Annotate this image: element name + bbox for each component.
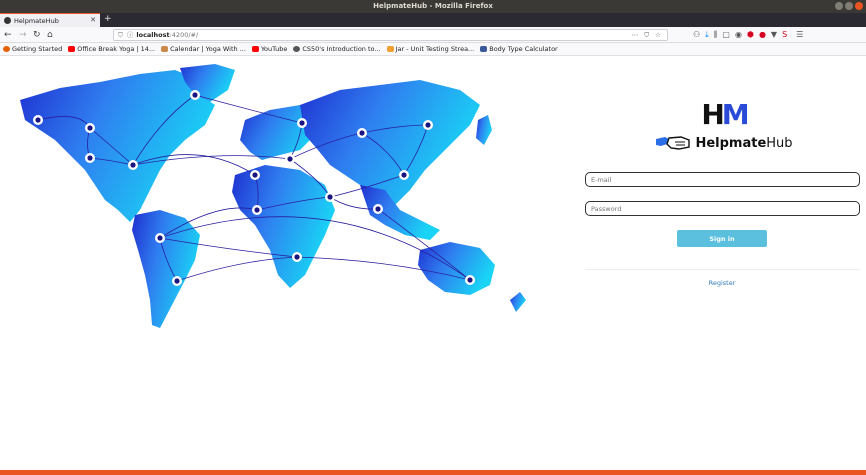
avatar-icon [161, 46, 169, 52]
bookmark-item[interactable]: Office Break Yoga | 14... [68, 45, 155, 53]
globe-icon [293, 46, 301, 52]
new-tab-icon[interactable]: + [104, 14, 112, 24]
ublock-icon[interactable]: ⬢ [747, 29, 754, 41]
location-dot [190, 90, 200, 100]
location-dot [250, 170, 260, 180]
bookmark-item[interactable]: CS50's Introduction to... [293, 45, 381, 53]
bookmark-item[interactable]: Body Type Calculator [480, 45, 558, 53]
location-dot [325, 192, 335, 202]
more-icon[interactable]: ⋯ [632, 31, 641, 39]
location-dot [85, 153, 95, 163]
location-dot [465, 275, 475, 285]
maximize-icon[interactable] [845, 2, 853, 10]
bookmarks-bar: Getting Started Office Break Yoga | 14..… [0, 43, 866, 56]
reload-icon[interactable]: ↻ [33, 29, 41, 41]
angular-favicon-icon [4, 17, 11, 24]
divider [585, 269, 860, 270]
library-icon[interactable]: ⫼ [714, 29, 718, 41]
window-title: HelpmateHub - Mozilla Firefox [373, 2, 493, 10]
bookmark-item[interactable]: Jar - Unit Testing Strea... [386, 45, 474, 53]
brand-logo: HM HelpmateHub [650, 100, 798, 152]
location-dot [373, 204, 383, 214]
download-icon[interactable]: ⤓ [705, 29, 709, 41]
handshake-icon [656, 136, 691, 150]
account-icon[interactable]: ⚇ [693, 29, 700, 41]
bookmark-item[interactable]: YouTube [251, 45, 287, 53]
location-dot [399, 170, 409, 180]
minimize-icon[interactable] [835, 2, 843, 10]
youtube-icon [68, 46, 76, 52]
world-map-illustration [20, 64, 526, 328]
toolbar-icons: ⚇ ⤓ ⫼ ▢ ◉ ⬢ ● ▼ S ☰ [693, 29, 803, 41]
brand-name: HelpmateHub [695, 135, 793, 151]
shield-icon[interactable]: ⛉ [118, 31, 123, 39]
location-dot [357, 128, 367, 138]
tab-helpmatehub[interactable]: HelpmateHub ✕ [0, 13, 100, 27]
star-icon[interactable]: ☆ [655, 31, 663, 39]
password-field[interactable] [585, 201, 860, 216]
location-dot [155, 233, 165, 243]
pocket-icon[interactable]: ⛉ [644, 31, 651, 39]
location-dot [297, 118, 307, 128]
info-icon[interactable]: ⓘ [127, 31, 134, 39]
extension-icon[interactable]: S [782, 29, 787, 41]
hm-logo-mark: HM [701, 98, 749, 131]
window-titlebar: HelpmateHub - Mozilla Firefox [0, 0, 866, 13]
sidebar-icon[interactable]: ▢ [722, 29, 730, 41]
email-field[interactable] [585, 172, 860, 187]
url-path: :4200/#/ [169, 31, 199, 39]
tab-title: HelpmateHub [14, 16, 59, 25]
filter-icon[interactable]: ▼ [771, 29, 777, 41]
settings-ext-icon[interactable]: ◉ [735, 29, 742, 41]
location-dot [292, 252, 302, 262]
sign-in-button[interactable]: Sign in [677, 230, 767, 247]
jar-icon [386, 46, 394, 52]
home-icon[interactable]: ⌂ [47, 29, 53, 41]
location-dot [423, 120, 433, 130]
location-dot [172, 276, 182, 286]
bookmark-item[interactable]: Calendar | Yoga With ... [161, 45, 246, 53]
nav-toolbar: ← → ↻ ⌂ ⛉ ⓘ localhost:4200/#/ ⋯ ⛉ ☆ ⚇ ⤓ ⫼ … [0, 27, 866, 43]
location-dot [85, 123, 95, 133]
tab-bar: HelpmateHub ✕ + [0, 13, 866, 27]
location-dot [128, 160, 138, 170]
extension-badge-icon[interactable]: ● [759, 29, 766, 41]
forward-icon[interactable]: → [19, 29, 27, 41]
youtube-icon [251, 46, 259, 52]
firefox-icon [3, 46, 10, 52]
menu-icon[interactable]: ☰ [796, 29, 803, 41]
url-host: localhost [136, 31, 170, 39]
location-dot [285, 154, 295, 164]
calculator-icon [480, 46, 488, 52]
bookmark-item[interactable]: Getting Started [3, 45, 62, 53]
url-bar[interactable]: ⛉ ⓘ localhost:4200/#/ ⋯ ⛉ ☆ [113, 29, 668, 41]
page-content: HM HelpmateHub Sign in Register [0, 56, 866, 470]
location-dot [33, 115, 43, 125]
tab-close-icon[interactable]: ✕ [90, 16, 96, 24]
continents [20, 64, 526, 328]
window-controls [835, 2, 863, 10]
back-icon[interactable]: ← [4, 29, 12, 41]
close-window-icon[interactable] [855, 2, 863, 10]
taskbar-strip [0, 470, 866, 475]
location-dot [252, 205, 262, 215]
register-link[interactable]: Register [700, 279, 744, 287]
